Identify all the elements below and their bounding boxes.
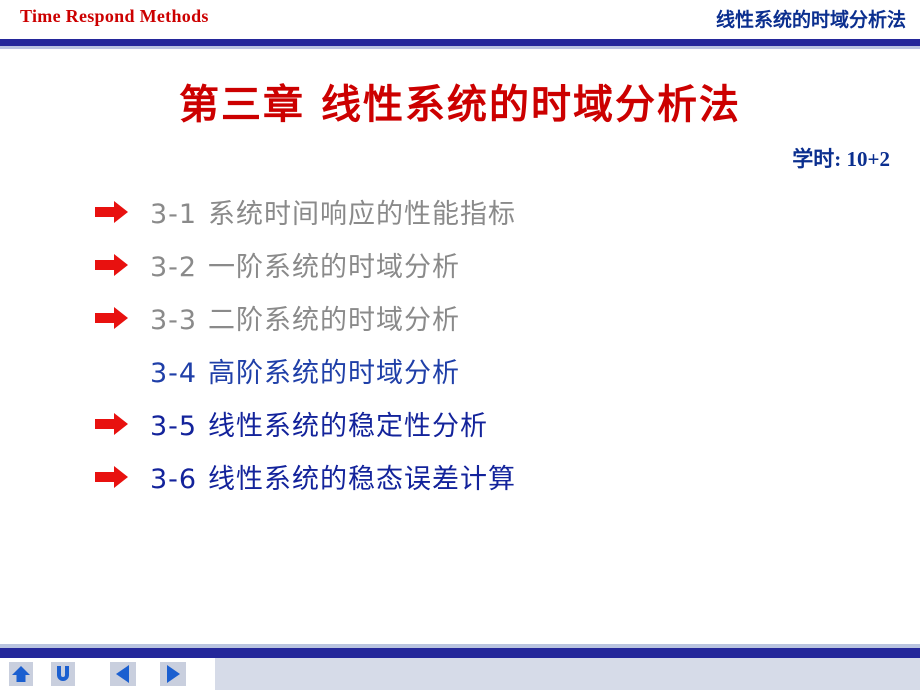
arrow-cell bbox=[95, 397, 150, 450]
footer-divider-thick bbox=[0, 648, 920, 658]
list-item-number: 3-4 bbox=[150, 358, 198, 389]
outline-list: 3-1 系统时间响应的性能指标 3-2 一阶系统的时域分析 3-3 二阶系统的时域分析 bbox=[95, 185, 855, 503]
previous-button[interactable] bbox=[110, 661, 136, 687]
list-item-text: 3-3 二阶系统的时域分析 bbox=[150, 298, 460, 337]
header-divider-thick bbox=[0, 39, 920, 46]
list-item-number: 3-3 bbox=[150, 305, 198, 336]
list-item-number: 3-6 bbox=[150, 464, 198, 495]
slide-header: Time Respond Methods 线性系统的时域分析法 bbox=[0, 0, 920, 40]
list-item-number: 3-5 bbox=[150, 411, 198, 442]
list-item-text: 3-4 高阶系统的时域分析 bbox=[150, 351, 460, 390]
header-divider-thin bbox=[0, 46, 920, 49]
list-item-number: 3-2 bbox=[150, 252, 198, 283]
list-item-label: 系统时间响应的性能指标 bbox=[208, 199, 516, 230]
list-item-label: 高阶系统的时域分析 bbox=[208, 358, 460, 389]
list-item-label: 线性系统的稳定性分析 bbox=[208, 411, 488, 442]
list-item[interactable]: 3-3 二阶系统的时域分析 bbox=[95, 291, 855, 344]
triangle-right-icon bbox=[160, 662, 186, 686]
triangle-left-icon bbox=[110, 662, 136, 686]
class-hours-label: 学时: 10+2 bbox=[792, 147, 890, 171]
arrow-cell bbox=[95, 450, 150, 503]
header-chapter-title: 线性系统的时域分析法 bbox=[715, 9, 906, 31]
arrow-cell bbox=[95, 185, 150, 238]
u-turn-icon bbox=[51, 662, 75, 686]
page-title: 第三章 线性系统的时域分析法 bbox=[179, 82, 741, 128]
home-arrow-up-icon bbox=[9, 662, 33, 686]
right-arrow-icon bbox=[95, 306, 128, 329]
list-item[interactable]: 3-5 线性系统的稳定性分析 bbox=[95, 397, 855, 450]
footer-bar bbox=[0, 658, 920, 690]
arrow-cell bbox=[95, 344, 150, 397]
header-course-title: Time Respond Methods bbox=[20, 6, 209, 26]
right-arrow-icon bbox=[95, 200, 128, 223]
right-arrow-icon bbox=[95, 412, 128, 435]
list-item-label: 二阶系统的时域分析 bbox=[208, 305, 460, 336]
list-item[interactable]: 3-1 系统时间响应的性能指标 bbox=[95, 185, 855, 238]
arrow-cell bbox=[95, 238, 150, 291]
list-item-label: 一阶系统的时域分析 bbox=[208, 252, 460, 283]
list-item-text: 3-2 一阶系统的时域分析 bbox=[150, 245, 460, 284]
list-item-text: 3-6 线性系统的稳态误差计算 bbox=[150, 457, 516, 496]
arrow-cell bbox=[95, 291, 150, 344]
list-item[interactable]: 3-4 高阶系统的时域分析 bbox=[95, 344, 855, 397]
home-button[interactable] bbox=[8, 661, 34, 687]
list-item-text: 3-5 线性系统的稳定性分析 bbox=[150, 404, 488, 443]
list-item-number: 3-1 bbox=[150, 199, 198, 230]
list-item-text: 3-1 系统时间响应的性能指标 bbox=[150, 192, 516, 231]
list-item-label: 线性系统的稳态误差计算 bbox=[208, 464, 516, 495]
right-arrow-icon bbox=[95, 465, 128, 488]
right-arrow-icon bbox=[95, 253, 128, 276]
next-button[interactable] bbox=[160, 661, 186, 687]
list-item[interactable]: 3-6 线性系统的稳态误差计算 bbox=[95, 450, 855, 503]
list-item[interactable]: 3-2 一阶系统的时域分析 bbox=[95, 238, 855, 291]
up-button[interactable] bbox=[50, 661, 76, 687]
